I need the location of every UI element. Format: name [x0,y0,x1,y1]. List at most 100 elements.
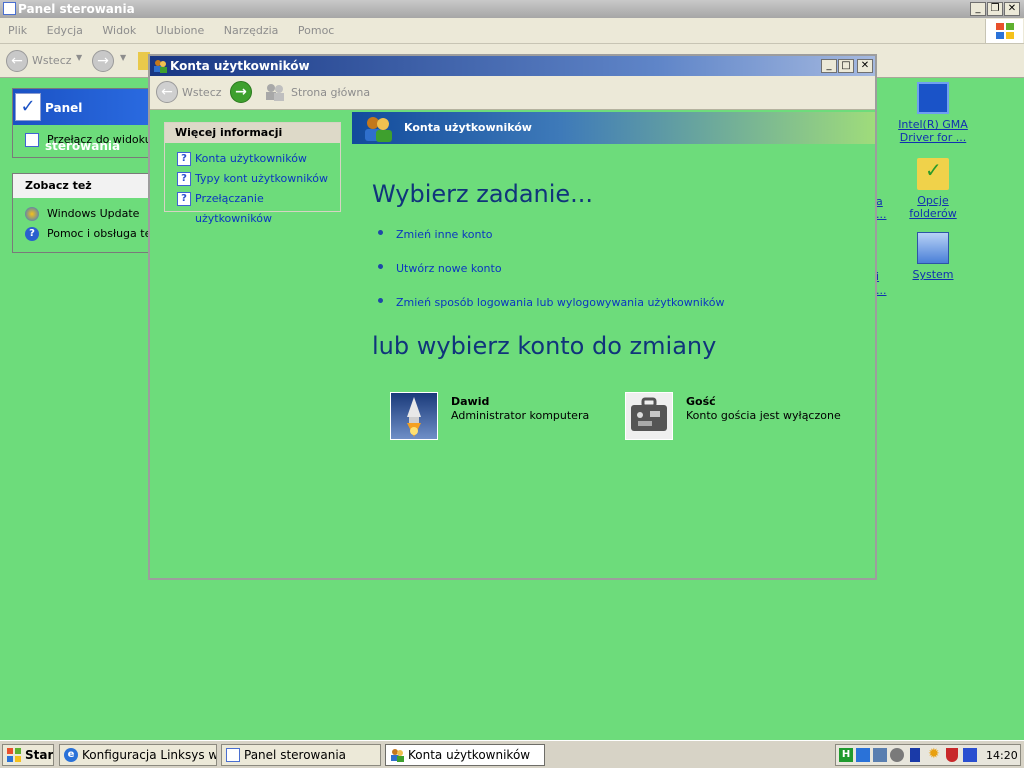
bg-control-panel-box: ✓ Panel sterowania Przełącz do widoku k [12,88,150,158]
bg-help-label[interactable]: Pomoc i obsługa tech [47,227,149,240]
desktop-icon-system[interactable]: System [893,232,973,281]
home-label[interactable]: Strona główna [291,86,370,99]
desktop-icon-intel-gma[interactable]: Intel(R) GMA Driver for ... [893,82,973,144]
system-icon [917,232,949,264]
home-users-icon[interactable] [264,83,286,101]
window-title: Konta użytkowników [170,59,310,73]
window-minimize-button[interactable]: _ [821,59,837,73]
user-accounts-icon [390,748,404,762]
desktop-icon-intel-label: Intel(R) GMA Driver for ... [898,118,968,144]
task-create-account[interactable]: Utwórz nowe konto [396,262,502,275]
more-info-box: Więcej informacji ? Konta użytkowników ?… [164,122,341,225]
menu-edycja[interactable]: Edycja [47,18,83,44]
taskbar-control-panel-label[interactable]: Panel sterowania [244,748,346,762]
bg-see-also-title: Zobacz też [25,179,92,192]
menu-pomoc[interactable]: Pomoc [298,18,334,44]
bg-windows-update-link[interactable]: Windows Update [13,204,149,224]
window-toolbar: ← Wstecz → Strona główna [150,76,875,110]
tray-usb-icon[interactable] [910,748,920,762]
control-panel-icon [3,2,16,15]
bg-forward-dropdown-icon[interactable]: ▼ [120,53,126,62]
tray-sun-icon[interactable]: ✹ [928,747,942,761]
sidebar-link-switching-users[interactable]: ? Przełączanie użytkowników [165,189,340,225]
desktop-icon-folder-options[interactable]: ✓ Opcje folderów [893,158,973,220]
header-title: Konta użytkowników [404,121,532,134]
bg-see-also-header: Zobacz też [13,174,149,198]
bg-switch-view-label[interactable]: Przełącz do widoku k [47,133,149,146]
bg-back-dropdown-icon[interactable]: ▼ [76,53,82,62]
bg-control-panel-header: ✓ Panel sterowania [13,89,149,153]
pick-account-heading: lub wybierz konto do zmiany [372,332,717,360]
control-panel-icon [226,748,240,762]
back-label[interactable]: Wstecz [182,86,222,99]
bg-help-link[interactable]: ? Pomoc i obsługa tech [13,224,149,244]
bg-switch-view-link[interactable]: Przełącz do widoku k [13,125,149,155]
switch-view-icon [25,133,39,147]
start-windows-icon [7,748,21,762]
menu-narzedzia[interactable]: Narzędzia [224,18,279,44]
sidebar-link-switching-users-label[interactable]: Przełączanie użytkowników [195,192,272,225]
start-button[interactable]: Start [2,744,54,766]
tray-h-icon[interactable]: H [839,748,853,762]
account-guest-name[interactable]: Gość [686,395,716,408]
menu-widok[interactable]: Widok [102,18,136,44]
tray-volume-icon[interactable] [890,748,904,762]
bullet [378,230,383,235]
help-support-icon: ? [25,227,39,241]
window-titlebar[interactable]: Konta użytkowników [150,56,875,76]
taskbar-linksys-label[interactable]: Konfiguracja Linksys wrt... [82,748,216,762]
sidebar-link-user-accounts-label[interactable]: Konta użytkowników [195,152,307,165]
task-change-logon[interactable]: Zmień sposób logowania lub wylogowywania… [396,296,724,309]
desktop-icon-folder-label: Opcje folderów [909,194,957,220]
help-icon: ? [177,192,191,206]
forward-icon[interactable]: → [230,81,252,103]
internet-explorer-icon: e [64,748,78,762]
menu-plik[interactable]: Plik [8,18,27,44]
start-label[interactable]: Start [25,748,53,762]
user-accounts-header: Konta użytkowników [352,112,875,144]
intel-gma-icon [917,82,949,114]
clock[interactable]: 14:20 [986,749,1018,762]
window-close-button[interactable]: ✕ [857,59,873,73]
taskbar-button-user-accounts[interactable]: Konta użytkowników [385,744,545,766]
window-maximize-button[interactable]: □ [838,59,854,73]
bg-back-icon[interactable]: ← [6,50,28,72]
bullet [378,298,383,303]
account-picture-suitcase [625,392,673,440]
sidebar-link-account-types[interactable]: ? Typy kont użytkowników [165,169,340,189]
windows-update-icon [25,207,39,221]
sidebar-link-user-accounts[interactable]: ? Konta użytkowników [165,149,340,169]
menu-ulubione[interactable]: Ulubione [156,18,205,44]
account-dawid-name[interactable]: Dawid [451,395,489,408]
desktop-partial-label-4: ... [876,284,887,297]
desktop-icon-system-label: System [912,268,954,281]
bg-close-button[interactable]: ✕ [1004,2,1020,16]
bg-windows-update-label[interactable]: Windows Update [47,207,139,220]
windows-logo-icon [985,19,1023,43]
bg-back-label[interactable]: Wstecz [32,54,72,67]
tray-connection-icon[interactable] [873,748,887,762]
more-info-header: Więcej informacji [165,123,340,143]
bg-forward-icon[interactable]: → [92,50,114,72]
system-tray: H ✹ 14:20 [835,744,1021,766]
account-guest-desc: Konto gościa jest wyłączone [686,409,841,422]
user-accounts-title-icon [153,59,167,73]
back-icon[interactable]: ← [156,81,178,103]
tray-network-icon[interactable] [856,748,870,762]
user-accounts-header-icon [362,114,394,142]
bg-minimize-button[interactable]: _ [970,2,986,16]
tray-shield-icon[interactable] [946,748,958,762]
account-dawid[interactable]: Dawid Administrator komputera [390,392,610,442]
taskbar-user-accounts-label[interactable]: Konta użytkowników [408,748,530,762]
account-picture-rocket [390,392,438,440]
bg-restore-button[interactable]: ❐ [987,2,1003,16]
help-icon: ? [177,172,191,186]
taskbar-button-control-panel[interactable]: Panel sterowania [221,744,381,766]
tray-display-icon[interactable] [963,748,977,762]
control-panel-check-icon: ✓ [15,93,41,121]
account-guest[interactable]: Gość Konto gościa jest wyłączone [625,392,865,442]
sidebar-link-account-types-label[interactable]: Typy kont użytkowników [195,172,328,185]
pick-task-heading: Wybierz zadanie... [372,180,594,208]
taskbar-button-linksys[interactable]: e Konfiguracja Linksys wrt... [59,744,217,766]
task-change-account[interactable]: Zmień inne konto [396,228,493,241]
